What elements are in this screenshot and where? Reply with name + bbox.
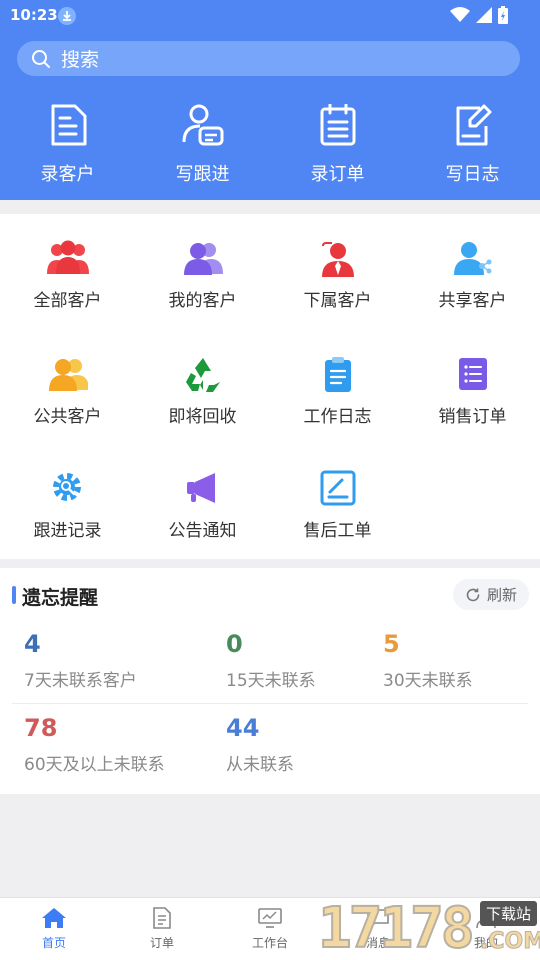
grid-label: 公共客户 bbox=[33, 407, 102, 427]
grid-label: 全部客户 bbox=[33, 291, 102, 311]
order-list-icon bbox=[458, 358, 487, 390]
grid-label: 跟进记录 bbox=[33, 521, 102, 541]
grid-my-customers[interactable]: 我的客户 bbox=[135, 238, 270, 311]
site-watermark: 17178 下载站 .COM bbox=[317, 896, 540, 960]
search-icon bbox=[32, 49, 50, 68]
refresh-button[interactable]: 刷新 bbox=[453, 579, 529, 610]
reminder-count-7d[interactable]: 4 bbox=[24, 630, 41, 658]
reminder-label-60d[interactable]: 60天及以上未联系 bbox=[24, 750, 165, 775]
work-order-icon bbox=[320, 470, 355, 506]
quick-label: 录客户 bbox=[40, 164, 95, 185]
gear-search-icon bbox=[52, 473, 81, 501]
reminder-count-30d[interactable]: 5 bbox=[383, 630, 400, 658]
grid-sales-orders[interactable]: 销售订单 bbox=[405, 354, 540, 427]
nav-workbench[interactable]: 工作台 bbox=[216, 904, 324, 951]
workbench-icon bbox=[258, 908, 282, 928]
grid-shared-customers[interactable]: 共享客户 bbox=[405, 238, 540, 311]
quick-label: 写日志 bbox=[445, 164, 500, 185]
subordinate-icon bbox=[321, 242, 354, 277]
public-users-icon bbox=[48, 359, 88, 391]
reminder-count-never[interactable]: 44 bbox=[226, 714, 259, 742]
grid-label: 公告通知 bbox=[168, 521, 237, 541]
clipboard-icon bbox=[324, 357, 351, 392]
share-user-icon bbox=[453, 242, 491, 275]
nav-home[interactable]: 首页 bbox=[0, 904, 108, 951]
document-icon bbox=[51, 104, 86, 146]
quick-label: 录订单 bbox=[310, 164, 365, 185]
grid-label: 共享客户 bbox=[438, 291, 507, 311]
grid-after-sales[interactable]: 售后工单 bbox=[270, 468, 405, 541]
search-input[interactable]: 搜索 bbox=[17, 41, 520, 76]
grid-label: 售后工单 bbox=[303, 521, 372, 541]
search-placeholder: 搜索 bbox=[61, 49, 100, 71]
watermark-badge: 下载站 bbox=[480, 901, 538, 926]
battery-icon bbox=[498, 6, 508, 24]
order-icon bbox=[153, 907, 171, 929]
reminder-title: 遗忘提醒 bbox=[22, 587, 99, 609]
signal-icon bbox=[476, 7, 492, 23]
grid-public-customers[interactable]: 公共客户 bbox=[0, 354, 135, 427]
download-icon bbox=[58, 7, 76, 25]
grid-subordinate-customers[interactable]: 下属客户 bbox=[270, 238, 405, 311]
refresh-label: 刷新 bbox=[486, 586, 517, 604]
recycle-icon bbox=[185, 358, 220, 392]
watermark-digits: 17178 bbox=[317, 896, 476, 960]
calendar-list-icon bbox=[320, 104, 355, 146]
grid-all-customers[interactable]: 全部客户 bbox=[0, 238, 135, 311]
quick-add-customer[interactable]: 录客户 bbox=[0, 104, 135, 186]
grid-label: 工作日志 bbox=[303, 407, 372, 427]
reminder-label-15d[interactable]: 15天未联系 bbox=[226, 666, 316, 691]
user-note-icon bbox=[182, 104, 223, 146]
header: 10:23 搜索 录客户 写跟进 录订单 写日志 bbox=[0, 0, 540, 200]
reminder-label-never[interactable]: 从未联系 bbox=[226, 750, 294, 775]
reminder-label-30d[interactable]: 30天未联系 bbox=[383, 666, 473, 691]
section-marker bbox=[12, 586, 16, 604]
grid-label: 即将回收 bbox=[168, 407, 237, 427]
nav-orders[interactable]: 订单 bbox=[108, 904, 216, 951]
nav-label: 首页 bbox=[41, 936, 66, 950]
edit-document-icon bbox=[456, 104, 491, 146]
refresh-icon bbox=[466, 588, 480, 601]
users-icon bbox=[183, 243, 223, 275]
watermark-suffix: .COM bbox=[479, 929, 540, 955]
grid-label: 我的客户 bbox=[168, 291, 237, 311]
reminder-label-7d[interactable]: 7天未联系客户 bbox=[24, 666, 137, 691]
reminder-count-15d[interactable]: 0 bbox=[226, 630, 243, 658]
grid-announcements[interactable]: 公告通知 bbox=[135, 468, 270, 541]
megaphone-icon bbox=[186, 473, 215, 503]
nav-label: 订单 bbox=[149, 936, 174, 950]
quick-label: 写跟进 bbox=[175, 164, 230, 185]
nav-label: 工作台 bbox=[251, 936, 288, 950]
wifi-icon bbox=[450, 7, 470, 22]
status-time: 10:23 bbox=[10, 6, 58, 24]
divider bbox=[12, 703, 528, 704]
reminder-count-60d[interactable]: 78 bbox=[24, 714, 57, 742]
feature-grid: 全部客户 我的客户 下属客户 共享客户 公共客户 即将回收 工作日志 销售订单 … bbox=[0, 214, 540, 559]
grid-soon-recycle[interactable]: 即将回收 bbox=[135, 354, 270, 427]
status-bar: 10:23 bbox=[0, 0, 540, 32]
grid-work-log[interactable]: 工作日志 bbox=[270, 354, 405, 427]
quick-add-order[interactable]: 录订单 bbox=[270, 104, 405, 186]
grid-label: 销售订单 bbox=[438, 407, 507, 427]
quick-write-log[interactable]: 写日志 bbox=[405, 104, 540, 186]
grid-label: 下属客户 bbox=[303, 291, 372, 311]
group-icon bbox=[46, 240, 89, 274]
home-icon bbox=[42, 908, 66, 928]
status-icons bbox=[450, 6, 508, 24]
grid-followup-records[interactable]: 跟进记录 bbox=[0, 468, 135, 541]
quick-write-followup[interactable]: 写跟进 bbox=[135, 104, 270, 186]
